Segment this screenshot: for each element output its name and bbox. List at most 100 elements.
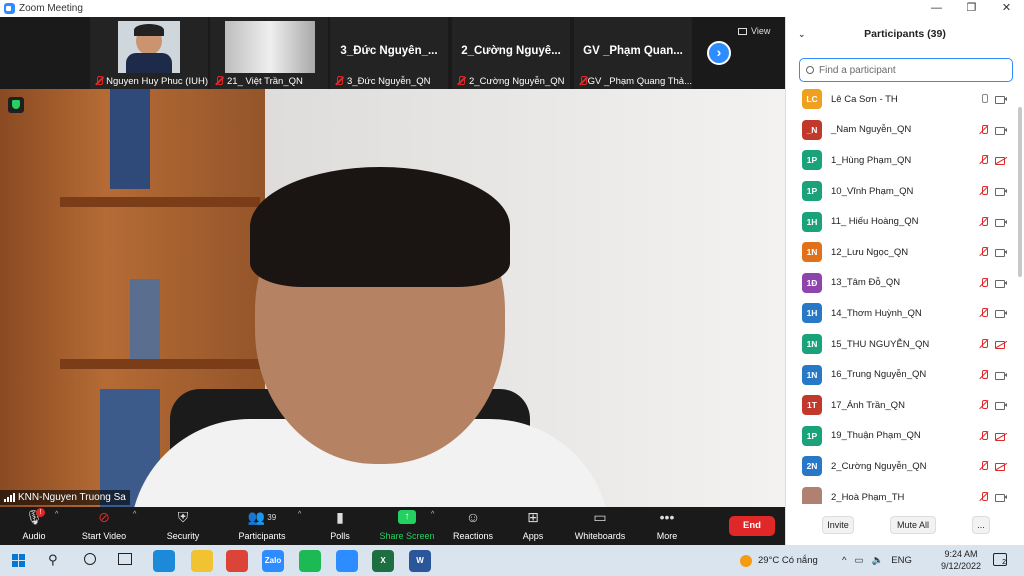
video-camera-icon[interactable]: [995, 185, 1008, 197]
video-off-icon[interactable]: [995, 154, 1008, 166]
view-button[interactable]: View: [738, 26, 770, 36]
mic-muted-icon[interactable]: [978, 307, 990, 319]
mute-all-button[interactable]: Mute All: [890, 516, 936, 534]
participant-avatar: 1N: [802, 364, 822, 385]
thumbnail-tile[interactable]: 3_Đức Nguyễn_... 3_Đức Nguyễn_QN: [330, 17, 448, 89]
video-options-caret[interactable]: ^: [133, 511, 136, 518]
mic-muted-icon[interactable]: [978, 430, 990, 442]
security-button[interactable]: ⛨ Security: [160, 507, 206, 545]
microphone-icon[interactable]: [978, 93, 990, 105]
mic-muted-icon[interactable]: [978, 338, 990, 350]
volume-icon[interactable]: 🔈: [871, 555, 883, 566]
mic-muted-icon[interactable]: [978, 216, 990, 228]
participant-row[interactable]: 1T 17_Ánh Trần_QN: [786, 390, 1024, 421]
participant-name: 10_Vĩnh Phạm_QN: [831, 185, 914, 197]
excel-icon[interactable]: X: [372, 550, 394, 572]
participant-row[interactable]: 1N 15_THU NGUYỄN_QN: [786, 329, 1024, 360]
search-icon[interactable]: ⚲: [48, 552, 58, 568]
word-icon[interactable]: W: [409, 550, 431, 572]
participant-row[interactable]: 1N 16_Trung Nguyễn_QN: [786, 359, 1024, 390]
participant-row[interactable]: 1N 12_Lưu Ngọc_QN: [786, 237, 1024, 268]
share-options-caret[interactable]: ^: [431, 511, 434, 518]
edge-icon[interactable]: [153, 550, 175, 572]
thumbnail-tile[interactable]: GV _Phạm Quan... GV _Phạm Quang Thả...: [574, 17, 692, 89]
participant-row[interactable]: 1P 10_Vĩnh Phạm_QN: [786, 176, 1024, 207]
mic-muted-icon[interactable]: [978, 277, 990, 289]
task-view-icon[interactable]: [118, 553, 132, 565]
video-camera-icon[interactable]: [995, 93, 1008, 105]
encryption-shield-icon[interactable]: [8, 97, 24, 113]
start-video-button[interactable]: ⊘ Start Video: [76, 507, 132, 545]
thumbnail-caption: Nguyen Huy Phuc (IUH): [90, 74, 208, 88]
show-hidden-icons-caret[interactable]: ^: [842, 555, 846, 566]
windows-start-icon[interactable]: [12, 554, 25, 567]
polls-button[interactable]: ▮ Polls: [322, 507, 358, 545]
video-feed: [118, 21, 180, 73]
thumbnail-tile[interactable]: 21_ Việt Trần_QN: [210, 17, 328, 89]
weather-widget[interactable]: 29°C Có nắng: [740, 545, 818, 576]
participant-row[interactable]: 1Đ 13_Tâm Đỗ_QN: [786, 268, 1024, 299]
mic-muted-icon[interactable]: [978, 491, 990, 503]
video-camera-icon[interactable]: [995, 124, 1008, 136]
video-camera-icon[interactable]: [995, 491, 1008, 503]
mic-muted-icon[interactable]: [978, 399, 990, 411]
thumbnail-tile[interactable]: 2_Cường Nguyễ... 2_Cường Nguyễn_QN: [452, 17, 570, 89]
mic-muted-icon[interactable]: [978, 154, 990, 166]
cortana-icon[interactable]: [84, 553, 96, 565]
apps-button[interactable]: ⊞ Apps: [516, 507, 550, 545]
video-camera-icon[interactable]: [995, 399, 1008, 411]
mic-muted-icon[interactable]: [978, 246, 990, 258]
participant-list-scrollbar[interactable]: [1018, 107, 1022, 277]
zalo-icon[interactable]: Zalo: [262, 550, 284, 572]
whiteboards-button[interactable]: ▭ Whiteboards: [570, 507, 630, 545]
participant-search-input[interactable]: Find a participant: [799, 58, 1013, 82]
video-camera-icon[interactable]: [995, 307, 1008, 319]
video-camera-icon[interactable]: [995, 216, 1008, 228]
active-speaker-video: KNN-Nguyen Truong Sa: [0, 89, 785, 507]
audio-button[interactable]: 🎙 ! Audio: [14, 507, 54, 545]
more-options-button[interactable]: ...: [972, 516, 990, 534]
participant-row[interactable]: 1P 1_Hùng Phạm_QN: [786, 145, 1024, 176]
maximize-button[interactable]: ❐: [954, 0, 989, 17]
thumbnail-tile[interactable]: Nguyen Huy Phuc (IUH): [90, 17, 208, 89]
zoom-icon[interactable]: [336, 550, 358, 572]
video-off-icon[interactable]: [995, 460, 1008, 472]
video-camera-icon[interactable]: [995, 246, 1008, 258]
mic-muted-icon[interactable]: [978, 185, 990, 197]
network-icon[interactable]: ▭: [854, 555, 863, 566]
participant-row[interactable]: 1H 11_ Hiếu Hoàng_QN: [786, 206, 1024, 237]
next-page-button[interactable]: ›: [707, 41, 731, 65]
clock[interactable]: 9:24 AM 9/12/2022: [938, 548, 984, 572]
participant-avatar: 1H: [802, 303, 822, 324]
invite-button[interactable]: Invite: [822, 516, 854, 534]
video-off-icon[interactable]: [995, 430, 1008, 442]
input-language[interactable]: ENG: [891, 555, 912, 566]
participant-row[interactable]: 1H 14_Thơm Huỳnh_QN: [786, 298, 1024, 329]
spotify-icon[interactable]: [299, 550, 321, 572]
participant-row[interactable]: _N _Nam Nguyễn_QN: [786, 115, 1024, 146]
close-button[interactable]: ✕: [989, 0, 1024, 17]
participant-row[interactable]: 2N 2_Cường Nguyễn_QN: [786, 451, 1024, 482]
participants-button[interactable]: 👥 39 Participants: [232, 507, 292, 545]
reactions-button[interactable]: ☺ Reactions: [450, 507, 496, 545]
video-off-icon[interactable]: [995, 338, 1008, 350]
collapse-chevron-icon[interactable]: ⌄: [798, 17, 806, 51]
participant-row[interactable]: LC Lê Ca Sơn - TH: [786, 84, 1024, 115]
participants-options-caret[interactable]: ^: [298, 511, 301, 518]
mic-muted-icon[interactable]: [978, 369, 990, 381]
chrome-icon[interactable]: [226, 550, 248, 572]
audio-options-caret[interactable]: ^: [55, 511, 58, 518]
view-grid-icon: [738, 28, 747, 36]
participant-row[interactable]: 1P 19_Thuận Phạm_QN: [786, 421, 1024, 452]
share-screen-button[interactable]: ↑ Share Screen: [378, 507, 436, 545]
video-camera-icon[interactable]: [995, 277, 1008, 289]
participant-row[interactable]: 2_Hoà Phạm_TH: [786, 482, 1024, 504]
notification-center-icon[interactable]: 2: [993, 553, 1007, 566]
end-meeting-button[interactable]: End: [729, 516, 775, 536]
mic-muted-icon[interactable]: [978, 124, 990, 136]
explorer-icon[interactable]: [191, 550, 213, 572]
more-button[interactable]: ••• More: [650, 507, 684, 545]
video-camera-icon[interactable]: [995, 369, 1008, 381]
minimize-button[interactable]: —: [919, 0, 954, 17]
mic-muted-icon[interactable]: [978, 460, 990, 472]
